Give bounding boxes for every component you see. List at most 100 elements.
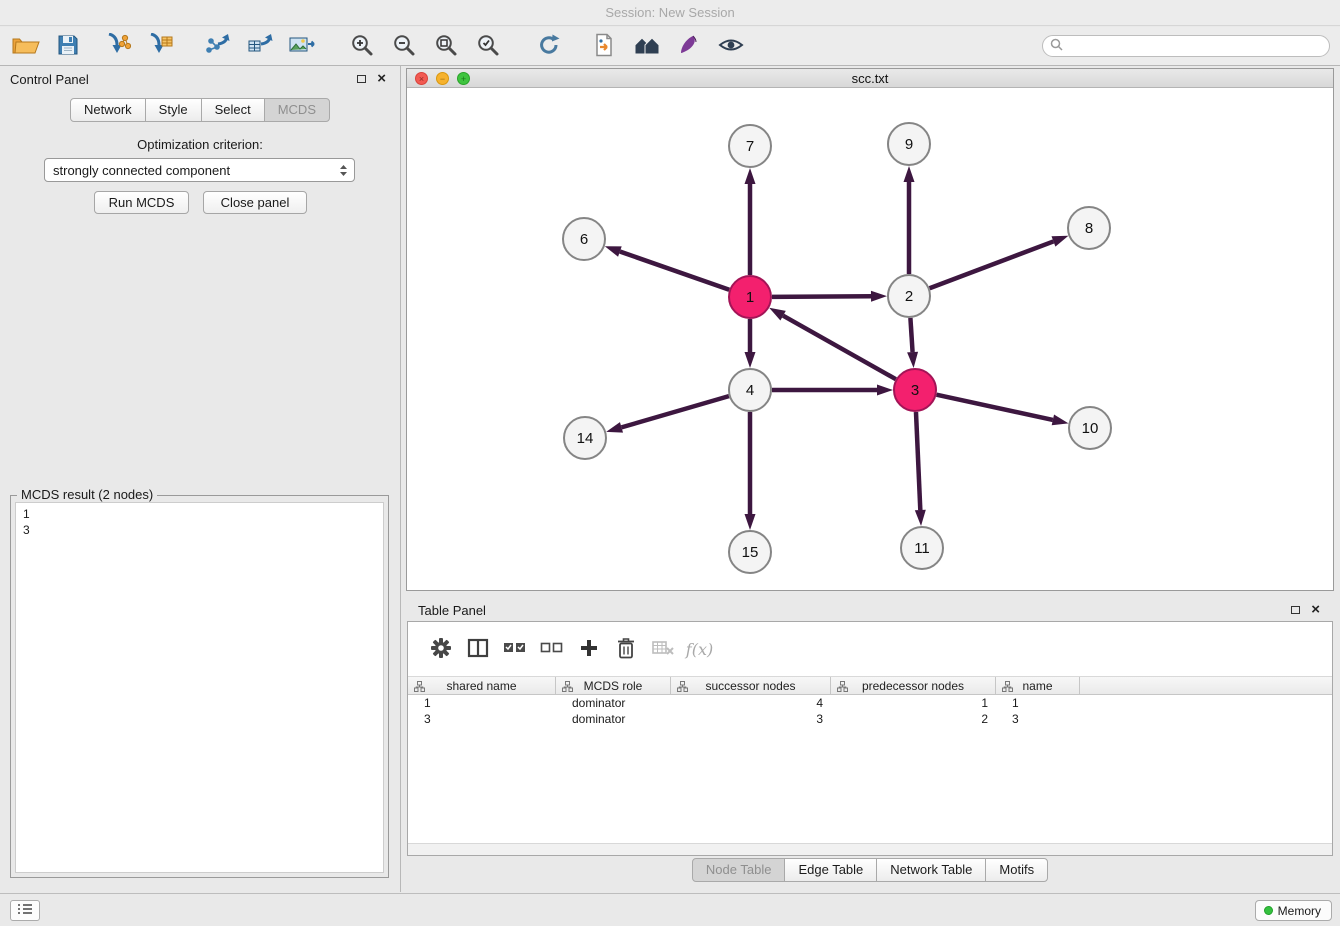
function-builder-button: f(x): [681, 634, 718, 664]
graph-edge-2-9[interactable]: [904, 166, 915, 274]
import-table-button[interactable]: [142, 31, 178, 61]
graph-edge-4-15[interactable]: [745, 412, 756, 530]
show-hide-button[interactable]: [713, 31, 749, 61]
table-panel-close-icon[interactable]: ×: [1311, 602, 1320, 618]
column-header-mcds-role[interactable]: MCDS role: [556, 677, 671, 694]
column-header-name[interactable]: name: [996, 677, 1080, 694]
table-cell[interactable]: 2: [831, 711, 996, 727]
tab-mcds[interactable]: MCDS: [264, 98, 330, 122]
create-column-button[interactable]: [570, 634, 607, 664]
tab-style[interactable]: Style: [145, 98, 202, 122]
graph-node-10[interactable]: 10: [1069, 407, 1111, 449]
column-header-predecessor-nodes[interactable]: predecessor nodes: [831, 677, 996, 694]
optimization-select[interactable]: strongly connected component: [44, 158, 355, 182]
export-table-button[interactable]: [242, 31, 278, 61]
zoom-fit-button[interactable]: [428, 31, 464, 61]
graph-node-15[interactable]: 15: [729, 531, 771, 573]
table-cell[interactable]: 3: [671, 711, 831, 727]
graph-edge-1-2[interactable]: [772, 291, 887, 302]
zoom-in-button[interactable]: [344, 31, 380, 61]
graph-edge-3-11[interactable]: [915, 412, 926, 526]
table-panel-content: f(x) shared nameMCDS rolesuccessor nodes…: [407, 621, 1333, 856]
column-type-icon: [414, 681, 425, 692]
window-zoom-button[interactable]: +: [457, 72, 470, 85]
table-cell[interactable]: 1: [996, 695, 1080, 711]
graph-edge-4-3[interactable]: [772, 385, 893, 396]
search-field[interactable]: [1042, 35, 1330, 57]
delete-columns-button[interactable]: [607, 634, 644, 664]
graph-edge-2-3[interactable]: [907, 318, 918, 368]
task-history-button[interactable]: [10, 900, 40, 921]
graph-edge-3-10[interactable]: [936, 395, 1068, 426]
search-input[interactable]: [1068, 37, 1329, 55]
window-titlebar[interactable]: Session: New Session: [0, 0, 1340, 26]
select-all-button[interactable]: [496, 634, 533, 664]
column-header-shared-name[interactable]: shared name: [408, 677, 556, 694]
tab-network[interactable]: Network: [70, 98, 146, 122]
table-cell[interactable]: dominator: [556, 711, 671, 727]
graph-node-1[interactable]: 1: [729, 276, 771, 318]
first-neighbors-button[interactable]: [629, 31, 665, 61]
window-close-button[interactable]: ×: [415, 72, 428, 85]
table-cell[interactable]: 1: [408, 695, 556, 711]
save-session-button[interactable]: [50, 31, 86, 61]
float-panel-icon[interactable]: [357, 75, 366, 83]
graph-edge-1-6[interactable]: [605, 246, 729, 289]
memory-button[interactable]: Memory: [1255, 900, 1332, 921]
network-canvas[interactable]: 7 9 6 8 1 2 4 3 14 10 15 11: [407, 88, 1333, 590]
graph-node-11[interactable]: 11: [901, 527, 943, 569]
import-network-button[interactable]: [100, 31, 136, 61]
graph-node-label: 14: [577, 430, 594, 447]
zoom-out-button[interactable]: [386, 31, 422, 61]
result-item[interactable]: 1: [16, 506, 383, 522]
apply-layout-button[interactable]: [531, 31, 567, 61]
table-cell[interactable]: 4: [671, 695, 831, 711]
table-tab-node-table[interactable]: Node Table: [692, 858, 786, 882]
network-window-titlebar[interactable]: × − + scc.txt: [407, 69, 1333, 88]
graph-edge-1-7[interactable]: [745, 168, 756, 275]
control-panel-close-icon[interactable]: ×: [377, 71, 386, 87]
zoom-in-icon: [350, 33, 374, 60]
table-cell[interactable]: dominator: [556, 695, 671, 711]
graph-edge-1-4[interactable]: [745, 319, 756, 368]
deselect-all-button[interactable]: [533, 634, 570, 664]
graph-node-9[interactable]: 9: [888, 123, 930, 165]
graph-node-2[interactable]: 2: [888, 275, 930, 317]
table-options-button[interactable]: [422, 634, 459, 664]
control-panel-title: Control Panel: [10, 72, 89, 87]
graph-node-6[interactable]: 6: [563, 218, 605, 260]
table-tab-motifs[interactable]: Motifs: [985, 858, 1048, 882]
table-float-panel-icon[interactable]: [1291, 606, 1300, 614]
annotation-button[interactable]: [671, 31, 707, 61]
graph-node-8[interactable]: 8: [1068, 207, 1110, 249]
tab-select[interactable]: Select: [201, 98, 265, 122]
run-mcds-button[interactable]: Run MCDS: [94, 191, 189, 214]
table-row[interactable]: 1dominator411: [408, 695, 1332, 711]
table-cell[interactable]: 3: [996, 711, 1080, 727]
export-image-button[interactable]: [284, 31, 320, 61]
graph-edge-4-14[interactable]: [606, 396, 729, 433]
export-network-button[interactable]: [200, 31, 236, 61]
graph-edge-3-1[interactable]: [769, 308, 896, 379]
table-cell[interactable]: 1: [831, 695, 996, 711]
export-document-button[interactable]: [587, 31, 623, 61]
show-columns-button[interactable]: [459, 634, 496, 664]
mcds-result-list[interactable]: 13: [15, 502, 384, 873]
close-panel-button[interactable]: Close panel: [203, 191, 307, 214]
optimization-selected-value: strongly connected component: [53, 163, 230, 178]
graph-node-4[interactable]: 4: [729, 369, 771, 411]
table-cell[interactable]: 3: [408, 711, 556, 727]
graph-node-3[interactable]: 3: [894, 369, 936, 411]
graph-node-14[interactable]: 14: [564, 417, 606, 459]
zoom-selected-button[interactable]: [470, 31, 506, 61]
table-tab-network-table[interactable]: Network Table: [876, 858, 986, 882]
graph-node-7[interactable]: 7: [729, 125, 771, 167]
window-minimize-button[interactable]: −: [436, 72, 449, 85]
table-row[interactable]: 3dominator323: [408, 711, 1332, 727]
open-session-button[interactable]: [8, 31, 44, 61]
result-item[interactable]: 3: [16, 522, 383, 538]
table-tab-edge-table[interactable]: Edge Table: [784, 858, 877, 882]
graph-edge-2-8[interactable]: [930, 236, 1069, 288]
column-header-successor-nodes[interactable]: successor nodes: [671, 677, 831, 694]
table-horizontal-scrollbar[interactable]: [408, 843, 1332, 855]
